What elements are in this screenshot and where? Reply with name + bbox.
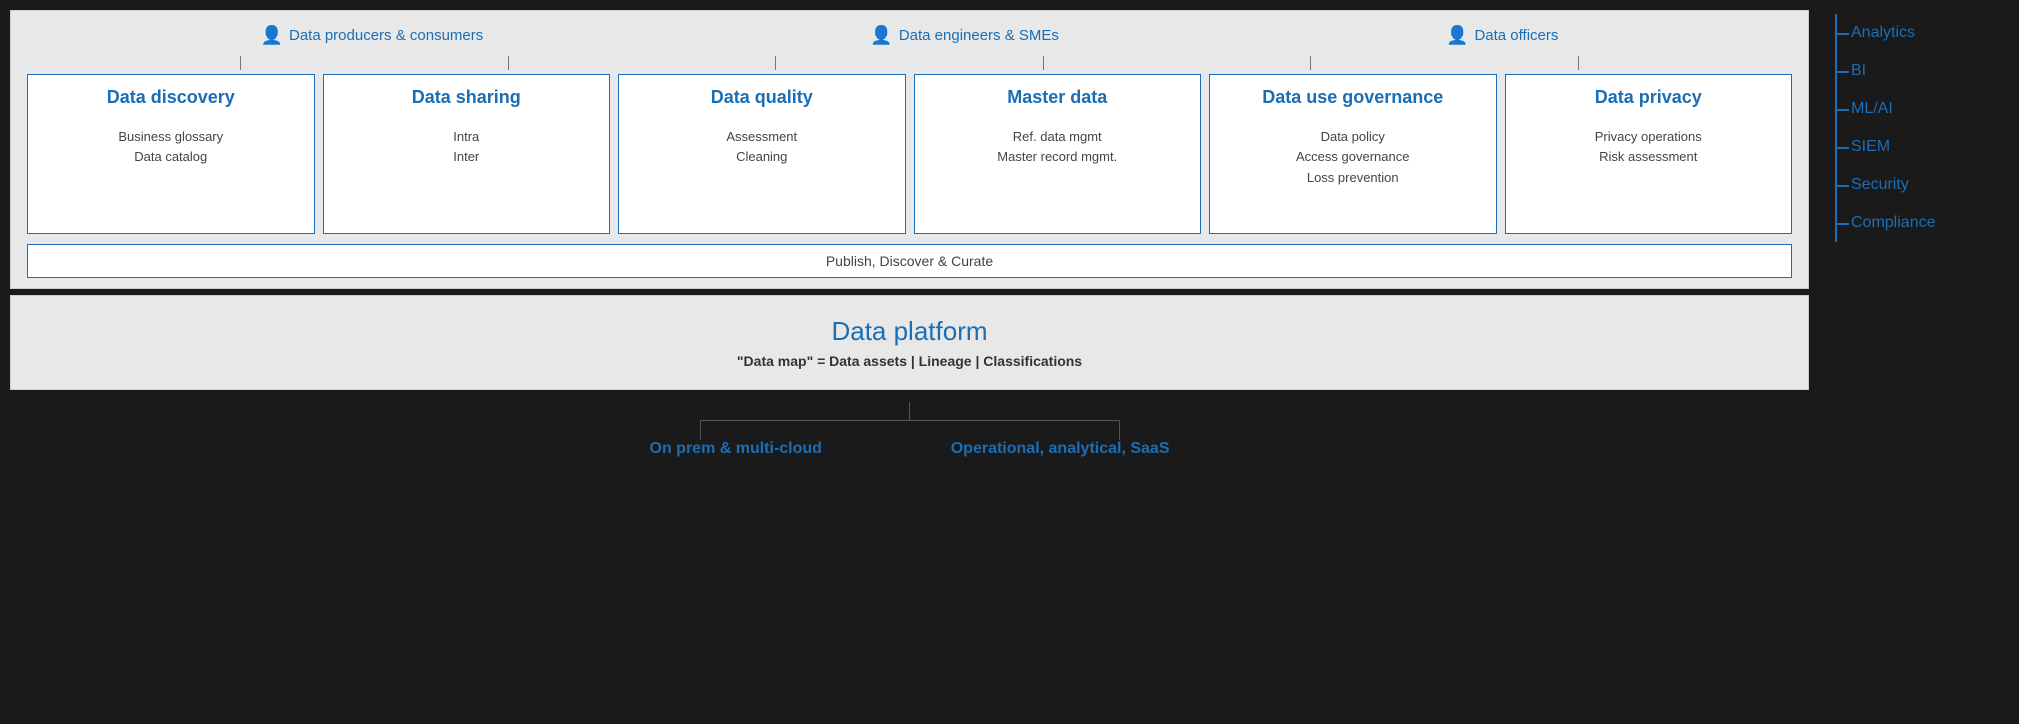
sidebar-label-5: Compliance <box>1851 214 1935 231</box>
sidebar-label-3: SIEM <box>1851 138 1890 155</box>
card-title-5: Data privacy <box>1595 87 1702 109</box>
card-items-2: Assessment Cleaning <box>726 127 797 169</box>
data-platform-title: Data platform <box>27 316 1792 347</box>
top-section: 👤 Data producers & consumers 👤 Data engi… <box>10 10 1809 289</box>
branch-right-down <box>1119 420 1120 440</box>
sidebar-tick-4 <box>1835 185 1849 187</box>
branch-top-line <box>909 402 910 420</box>
persona-label-producers: Data producers & consumers <box>289 27 483 44</box>
right-sidebar: Analytics BI ML/AI SIEM Security Compliance <box>1819 0 2019 724</box>
sidebar-tick-5 <box>1835 223 1849 225</box>
lowest-section: On prem & multi-cloud Operational, analy… <box>10 396 1809 458</box>
sidebar-label-0: Analytics <box>1851 24 1915 41</box>
card-title-4: Data use governance <box>1262 87 1443 109</box>
sidebar-label-2: ML/AI <box>1851 100 1893 117</box>
sidebar-item-compliance[interactable]: Compliance <box>1835 204 2003 242</box>
sidebar-item-analytics[interactable]: Analytics <box>1835 14 2003 52</box>
branch-label-right: Operational, analytical, SaaS <box>951 440 1170 458</box>
connector-line-5 <box>1310 56 1311 70</box>
branch-labels: On prem & multi-cloud Operational, analy… <box>650 440 1170 458</box>
connector-line-4 <box>1043 56 1044 70</box>
sidebar-tick-1 <box>1835 71 1849 73</box>
sidebar-item-siem[interactable]: SIEM <box>1835 128 2003 166</box>
persona-label-officers: Data officers <box>1474 27 1558 44</box>
card-3: Master data Ref. data mgmt Master record … <box>914 74 1202 234</box>
persona-label-engineers: Data engineers & SMEs <box>899 27 1059 44</box>
sidebar-item-ml-ai[interactable]: ML/AI <box>1835 90 2003 128</box>
card-0: Data discovery Business glossary Data cat… <box>27 74 315 234</box>
card-title-2: Data quality <box>711 87 813 109</box>
card-4: Data use governance Data policy Access go… <box>1209 74 1497 234</box>
card-title-0: Data discovery <box>107 87 235 109</box>
data-platform-section: Data platform "Data map" = Data assets |… <box>10 295 1809 390</box>
sidebar-item-bi[interactable]: BI <box>1835 52 2003 90</box>
publish-bar: Publish, Discover & Curate <box>27 244 1792 278</box>
sidebar-item-security[interactable]: Security <box>1835 166 2003 204</box>
connector-line-2 <box>508 56 509 70</box>
data-platform-subtitle: "Data map" = Data assets | Lineage | Cla… <box>27 353 1792 369</box>
persona-icon-producers: 👤 <box>261 25 283 46</box>
card-items-4: Data policy Access governance Loss preve… <box>1296 127 1409 189</box>
connector-line-1 <box>240 56 241 70</box>
card-items-5: Privacy operations Risk assessment <box>1595 127 1702 169</box>
persona-officers: 👤 Data officers <box>1446 25 1558 46</box>
connector-line-6 <box>1578 56 1579 70</box>
cards-row: Data discovery Business glossary Data cat… <box>27 74 1792 234</box>
persona-icon-officers: 👤 <box>1446 25 1468 46</box>
sidebar-tick-3 <box>1835 147 1849 149</box>
card-title-1: Data sharing <box>412 87 521 109</box>
card-title-3: Master data <box>1007 87 1107 109</box>
card-2: Data quality Assessment Cleaning <box>618 74 906 234</box>
branch-h-line <box>700 420 1120 421</box>
sidebar-items: Analytics BI ML/AI SIEM Security Compliance <box>1835 14 2003 242</box>
branch-container: On prem & multi-cloud Operational, analy… <box>650 402 1170 458</box>
card-1: Data sharing Intra Inter <box>323 74 611 234</box>
connector-lines <box>27 56 1792 70</box>
persona-engineers: 👤 Data engineers & SMEs <box>870 25 1059 46</box>
personas-row: 👤 Data producers & consumers 👤 Data engi… <box>27 25 1792 46</box>
main-area: 👤 Data producers & consumers 👤 Data engi… <box>0 0 1819 724</box>
persona-icon-engineers: 👤 <box>870 25 892 46</box>
sidebar-label-1: BI <box>1851 62 1866 79</box>
persona-producers: 👤 Data producers & consumers <box>261 25 484 46</box>
sidebar-label-4: Security <box>1851 176 1909 193</box>
card-items-3: Ref. data mgmt Master record mgmt. <box>997 127 1117 169</box>
card-5: Data privacy Privacy operations Risk asse… <box>1505 74 1793 234</box>
connector-line-3 <box>775 56 776 70</box>
branch-left-down <box>700 420 701 440</box>
branch-label-left: On prem & multi-cloud <box>650 440 822 458</box>
card-items-0: Business glossary Data catalog <box>118 127 223 169</box>
sidebar-tick-2 <box>1835 109 1849 111</box>
sidebar-tick-0 <box>1835 33 1849 35</box>
card-items-1: Intra Inter <box>453 127 479 169</box>
